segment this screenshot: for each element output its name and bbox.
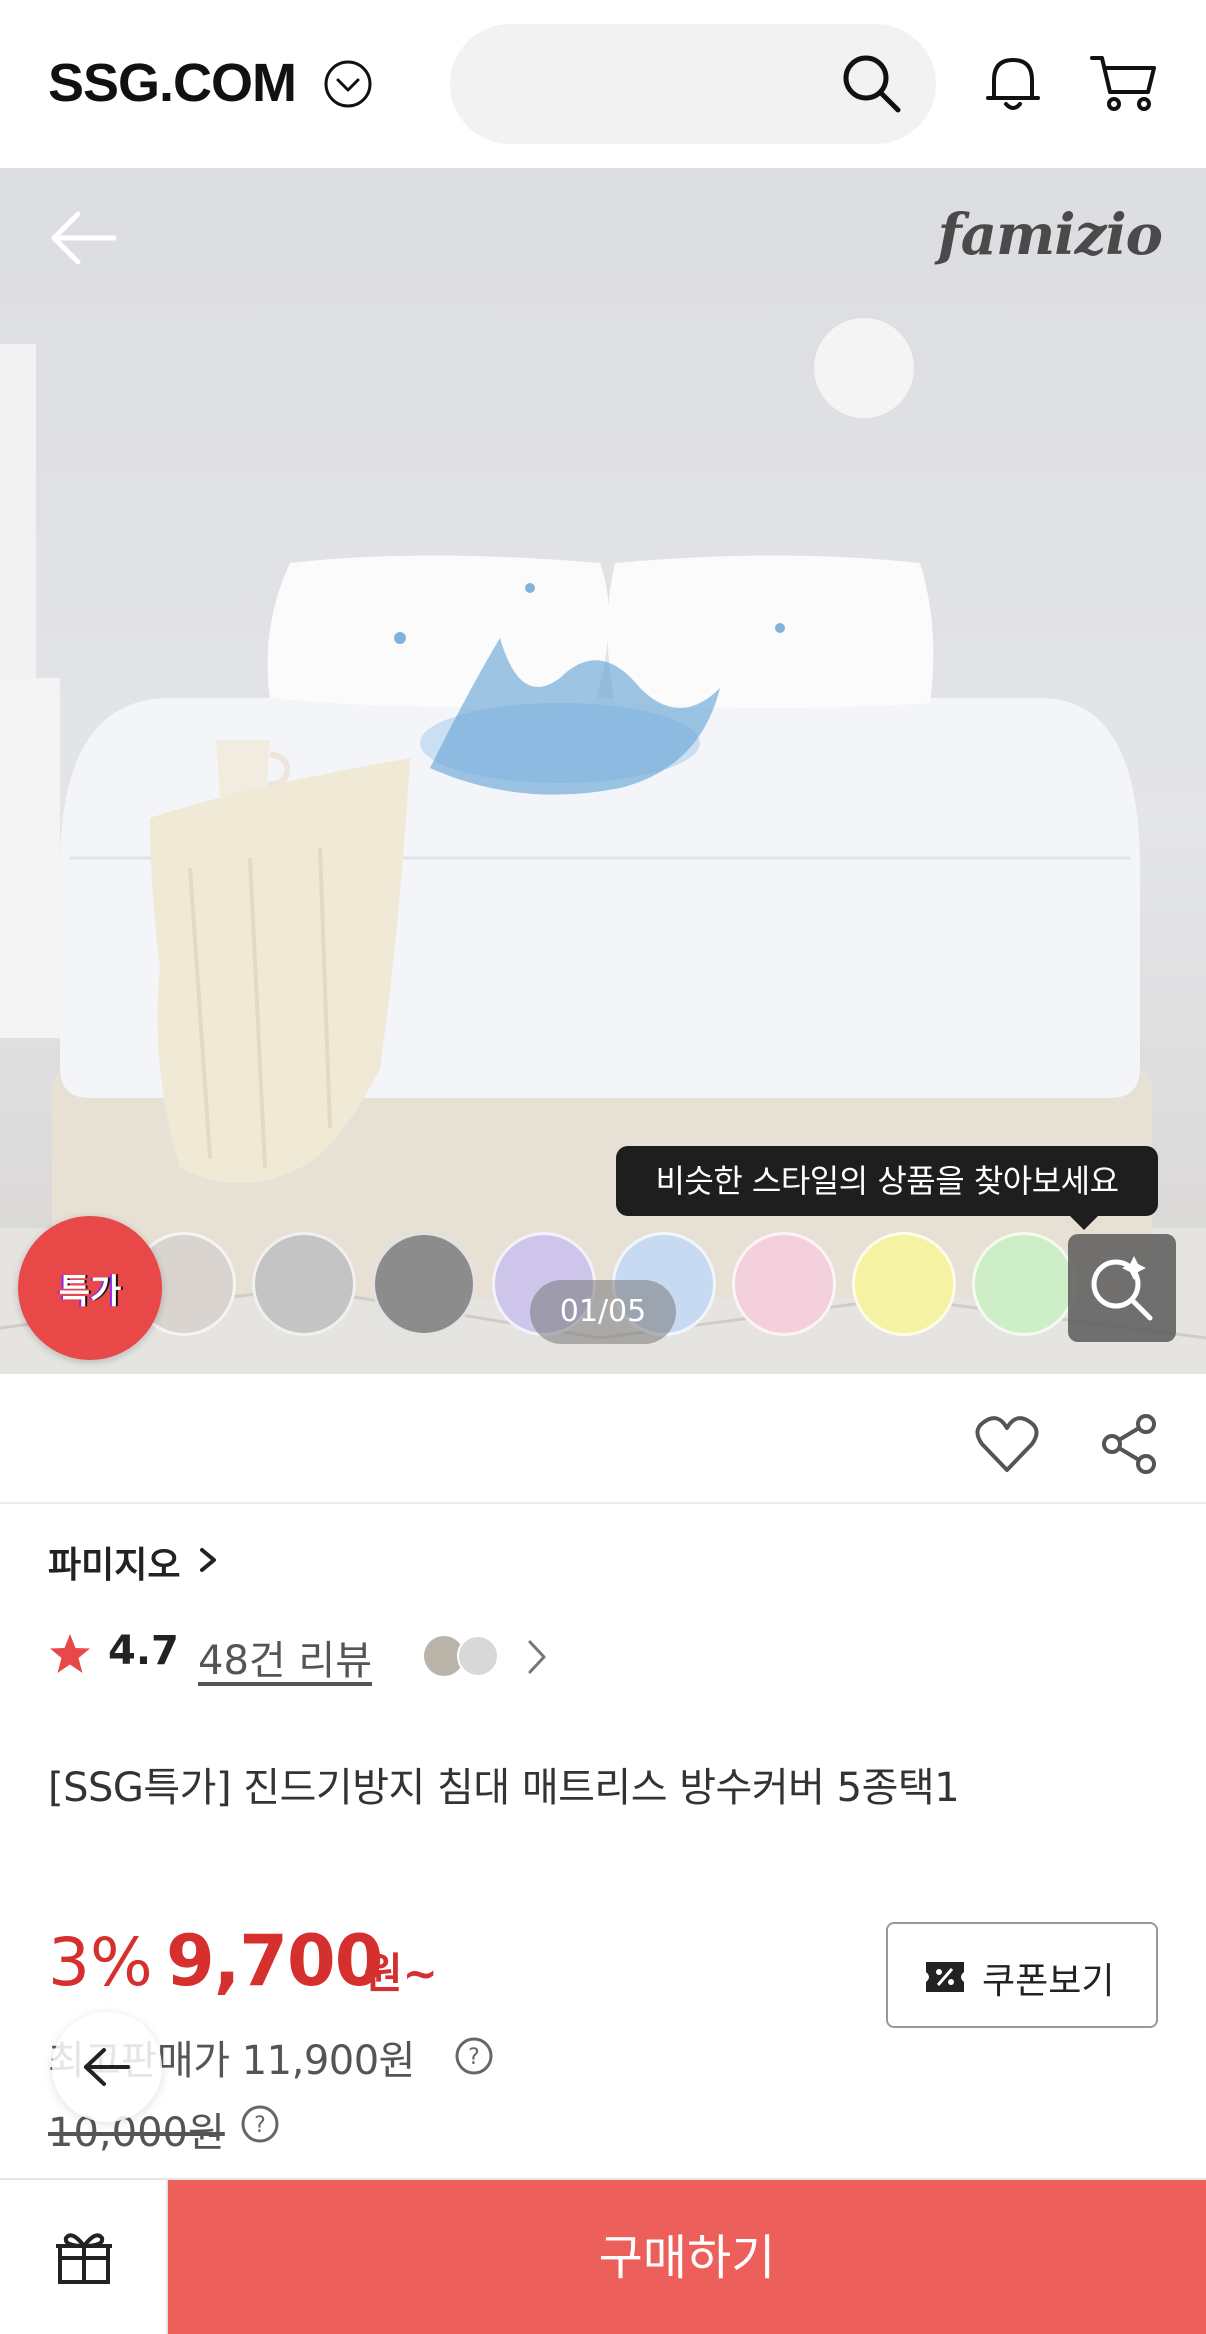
- help-icon[interactable]: ?: [240, 2104, 280, 2144]
- page-indicator: 01/05: [530, 1280, 676, 1344]
- special-deal-label: 특가: [58, 1272, 122, 1312]
- color-swatch[interactable]: [372, 1232, 476, 1336]
- brand-link[interactable]: 파미지오: [48, 1536, 180, 1588]
- search-icon[interactable]: [838, 50, 904, 116]
- ssg-logo[interactable]: SSG.COM: [48, 52, 297, 114]
- bell-icon[interactable]: [980, 50, 1046, 116]
- gift-button[interactable]: [0, 2180, 168, 2334]
- gift-icon: [56, 2233, 112, 2284]
- chevron-right-icon: [200, 1548, 216, 1572]
- review-thumbnails[interactable]: [422, 1634, 506, 1678]
- color-swatch[interactable]: [252, 1232, 356, 1336]
- svg-text:?: ?: [254, 2113, 266, 2138]
- discount-rate: 3%: [48, 1924, 153, 2001]
- coupon-label: 쿠폰보기: [982, 1961, 1115, 2002]
- action-row: [0, 1374, 1206, 1504]
- color-swatch[interactable]: [852, 1232, 956, 1336]
- sale-price: 9,700: [166, 1920, 383, 2002]
- heart-icon[interactable]: [974, 1414, 1040, 1474]
- share-icon[interactable]: [1098, 1412, 1160, 1476]
- product-image-carousel[interactable]: famizio 비슷한 스타일의 상품을 찾아보세요 특가 01/05: [0, 168, 1206, 1374]
- color-swatch[interactable]: [972, 1232, 1076, 1336]
- bottom-action-bar: 구매하기: [0, 2178, 1206, 2334]
- color-swatch[interactable]: [732, 1232, 836, 1336]
- floating-back-button[interactable]: [52, 2012, 162, 2122]
- coupon-button[interactable]: 쿠폰보기: [886, 1922, 1158, 2028]
- star-icon: [50, 1634, 90, 1673]
- top-header: SSG.COM: [0, 0, 1206, 168]
- visual-search-button[interactable]: [1068, 1234, 1176, 1342]
- lens-search-icon: [1091, 1256, 1153, 1321]
- cart-icon[interactable]: [1088, 50, 1160, 116]
- chevron-right-icon[interactable]: [526, 1638, 548, 1676]
- buy-button[interactable]: 구매하기: [168, 2180, 1206, 2334]
- back-arrow-icon: [84, 2048, 130, 2086]
- price-unit: 원~: [364, 1949, 438, 1998]
- review-count-link[interactable]: 48건 리뷰: [198, 1628, 372, 1686]
- product-title: [SSG특가] 진드기방지 침대 매트리스 방수커버 5종택1: [48, 1765, 960, 1811]
- back-arrow-icon[interactable]: [48, 208, 120, 268]
- rating-value: 4.7: [108, 1628, 179, 1674]
- help-icon[interactable]: ?: [454, 2036, 494, 2076]
- coupon-icon: [926, 1962, 964, 1992]
- similar-style-tooltip: 비슷한 스타일의 상품을 찾아보세요: [616, 1146, 1158, 1230]
- special-deal-badge[interactable]: 특가: [18, 1216, 162, 1360]
- svg-text:?: ?: [468, 2045, 480, 2070]
- chevron-down-circle-icon[interactable]: [322, 58, 374, 110]
- brand-watermark: famizio: [937, 202, 1163, 268]
